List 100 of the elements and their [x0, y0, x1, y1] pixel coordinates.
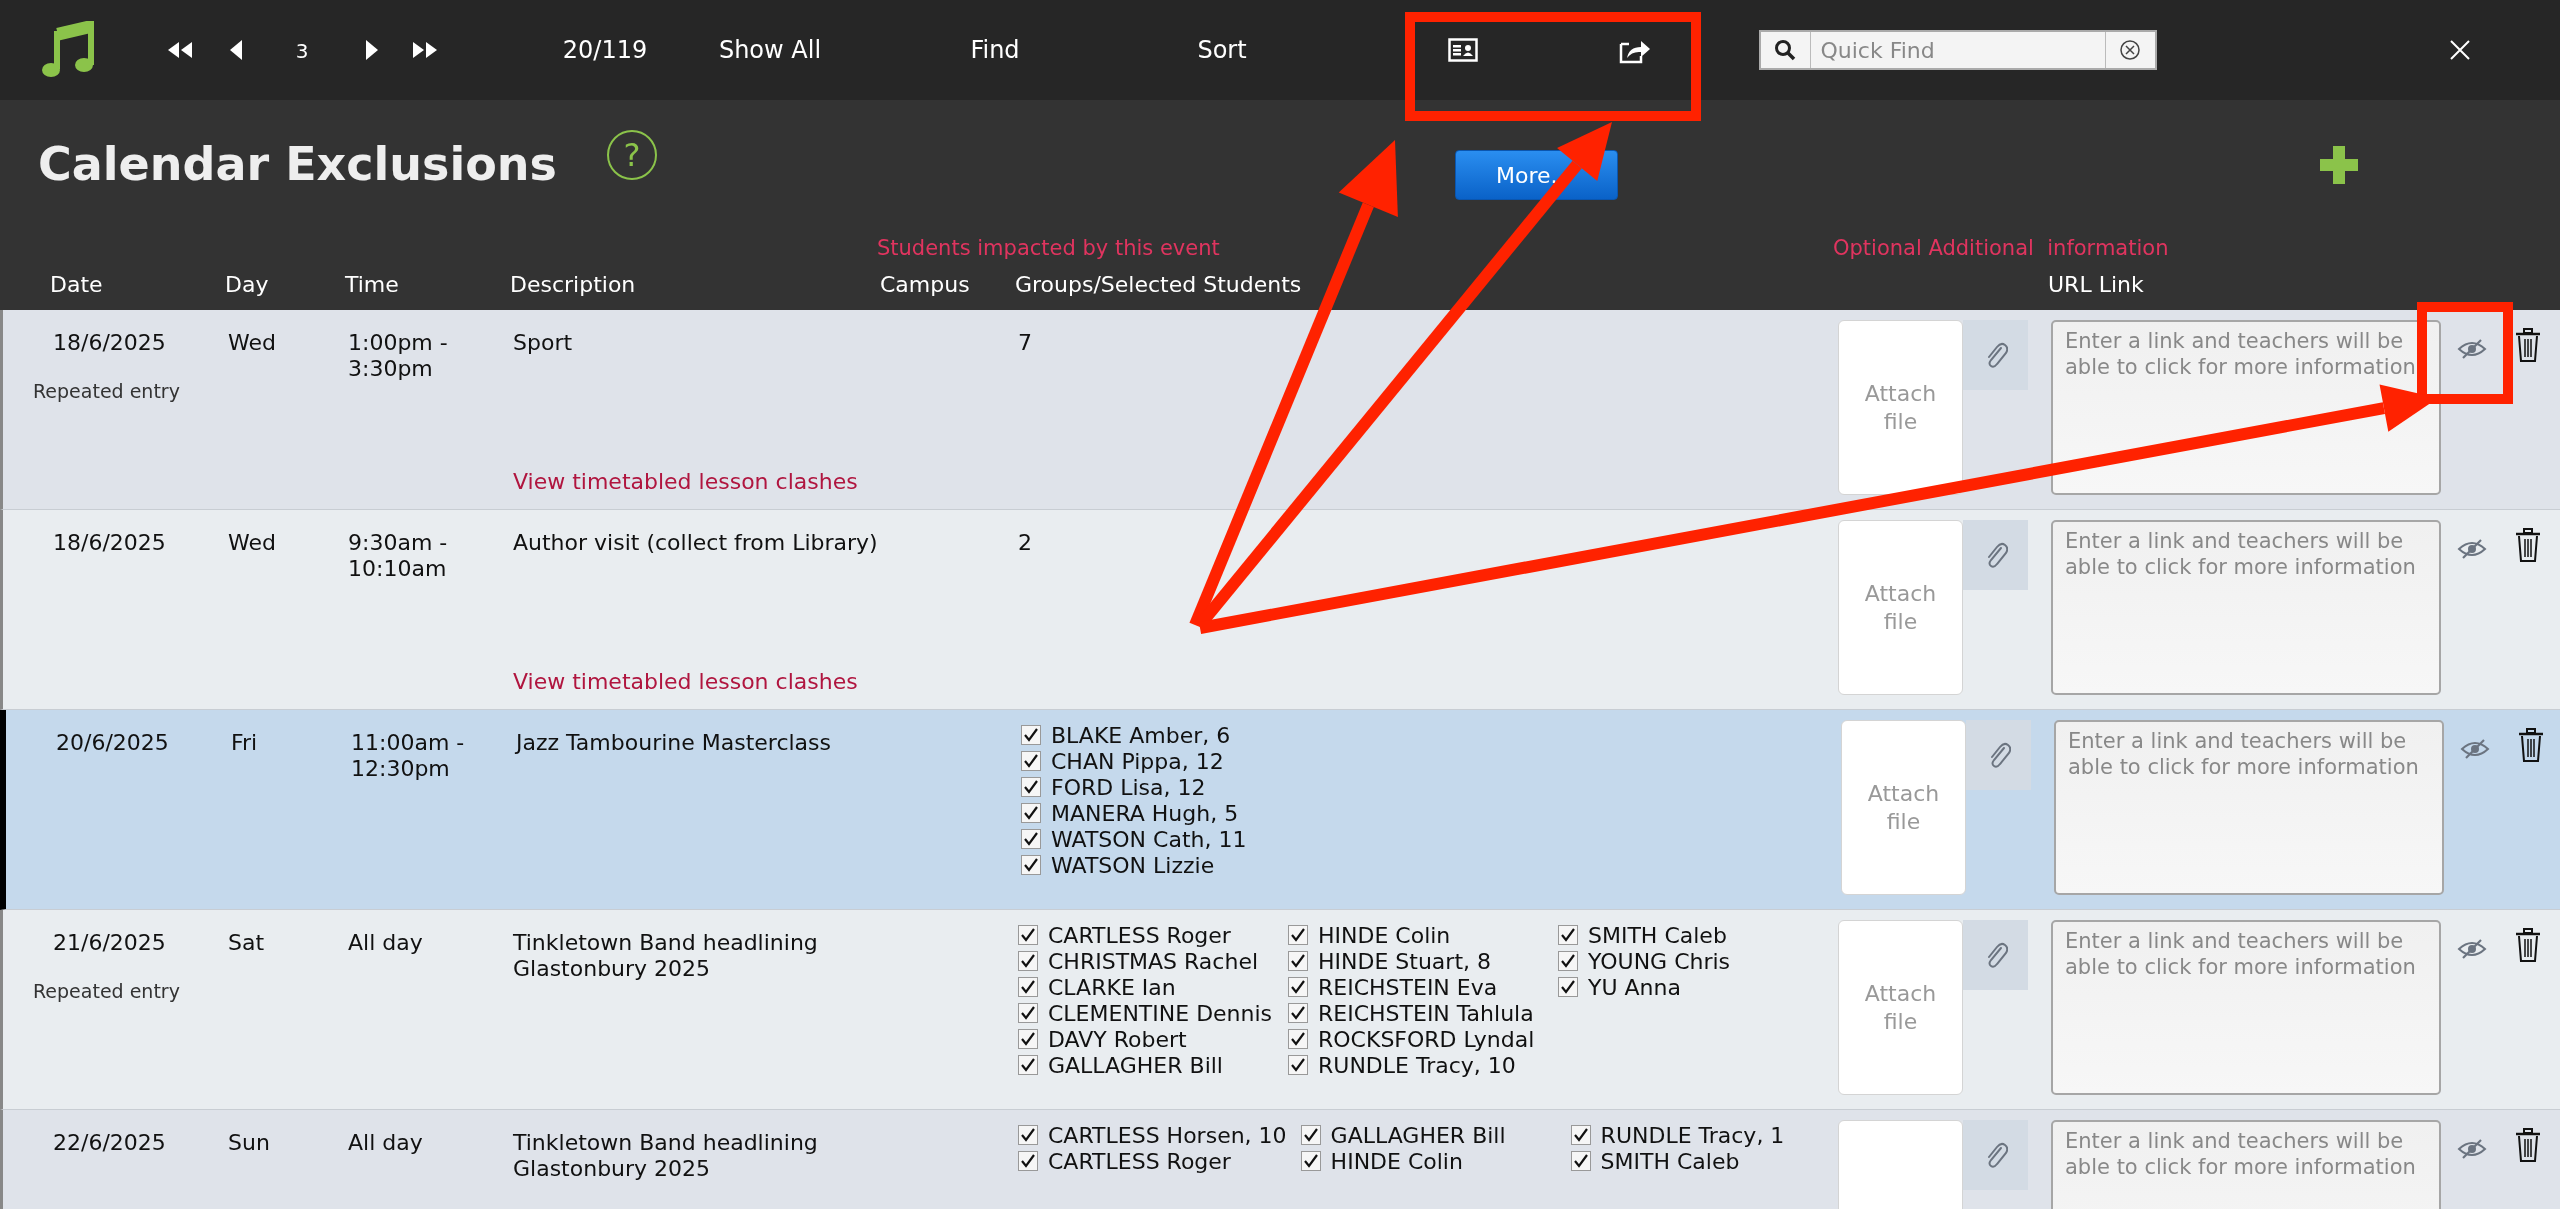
fast-forward-icon[interactable] — [412, 41, 438, 59]
event-day: Fri — [231, 730, 258, 755]
event-time: All day — [348, 930, 423, 955]
clear-icon[interactable] — [2119, 39, 2141, 61]
event-date: 20/6/2025 — [56, 730, 170, 756]
table-row[interactable] — [0, 910, 2560, 1110]
student-name: CARTLESS Roger — [1048, 921, 1231, 950]
lesson-clashes-link[interactable]: View timetabled lesson clashes — [513, 469, 883, 495]
hide-button[interactable] — [2457, 338, 2487, 360]
lesson-clashes-link[interactable]: View timetabled lesson clashes — [513, 669, 883, 695]
student-name: ROCKSFORD Lyndal — [1318, 1025, 1535, 1054]
checkbox[interactable] — [1018, 1003, 1038, 1023]
checkbox[interactable] — [1288, 1055, 1308, 1075]
event-time: 1:00pm - 3:30pm — [348, 330, 448, 381]
eye-slash-icon — [2460, 738, 2490, 760]
hide-button[interactable] — [2460, 738, 2490, 760]
hide-button[interactable] — [2457, 1138, 2487, 1160]
checkbox[interactable] — [1021, 855, 1041, 875]
paperclip-button[interactable] — [1963, 520, 2028, 590]
column-header: Time — [345, 271, 400, 299]
trash-icon — [2515, 328, 2541, 362]
delete-button[interactable] — [2515, 328, 2541, 362]
student-name: RUNDLE Tracy, 10 — [1318, 1051, 1516, 1080]
checkbox[interactable] — [1021, 751, 1041, 771]
checkbox[interactable] — [1570, 1125, 1591, 1145]
student-name: SMITH Caleb — [1588, 921, 1727, 950]
rewind-icon[interactable] — [167, 41, 193, 59]
checkbox[interactable] — [1018, 1125, 1038, 1145]
student-name: GALLAGHER Bill — [1330, 1121, 1506, 1150]
checkbox[interactable] — [1288, 951, 1308, 971]
checkbox[interactable] — [1018, 1029, 1038, 1049]
page-title: Calendar Exclusions — [38, 137, 557, 193]
checkbox[interactable] — [1021, 829, 1041, 849]
student-name: REICHSTEIN Eva — [1318, 973, 1498, 1002]
toolbar-button[interactable]: Sort — [1197, 32, 1247, 68]
student-name: CHRISTMAS Rachel — [1048, 947, 1259, 976]
add-icon[interactable] — [2320, 146, 2358, 184]
checkbox[interactable] — [1018, 1055, 1038, 1075]
url-link-field[interactable]: Enter a link and teachers will be able to click for more information — [2051, 920, 2441, 1095]
event-day: Sun — [228, 1130, 270, 1155]
column-header: Description — [510, 271, 637, 299]
delete-button[interactable] — [2518, 728, 2544, 762]
url-link-field[interactable]: Enter a link and teachers will be able to click for more information — [2054, 720, 2444, 895]
event-date: 18/6/2025 — [53, 330, 167, 356]
checkbox[interactable] — [1021, 803, 1041, 823]
checkbox[interactable] — [1021, 725, 1041, 745]
search-box[interactable]: Quick Find — [1758, 30, 2157, 70]
student-name: WATSON Lizzie — [1051, 851, 1215, 880]
paperclip-button[interactable] — [1963, 1120, 2028, 1190]
id-card-icon[interactable] — [1448, 38, 1478, 62]
checkbox[interactable] — [1021, 777, 1041, 797]
close-icon[interactable] — [2449, 39, 2471, 61]
checkbox[interactable] — [1288, 977, 1308, 997]
student-name: CHAN Pippa, 12 — [1051, 747, 1224, 776]
group-count: 2 — [1018, 530, 1032, 555]
checkbox[interactable] — [1288, 1029, 1308, 1049]
checkbox[interactable] — [1288, 925, 1308, 945]
paperclip-button[interactable] — [1963, 920, 2028, 990]
trash-icon — [2515, 1128, 2541, 1162]
checkbox[interactable] — [1018, 977, 1038, 997]
trash-icon — [2515, 528, 2541, 562]
delete-button[interactable] — [2515, 528, 2541, 562]
delete-button[interactable] — [2515, 1128, 2541, 1162]
checkbox[interactable] — [1558, 925, 1578, 945]
checkbox[interactable] — [1558, 977, 1578, 997]
previous-icon[interactable] — [229, 39, 243, 61]
delete-button[interactable] — [2515, 928, 2541, 962]
student-name: CLARKE Ian — [1048, 973, 1176, 1002]
checkbox[interactable] — [1018, 951, 1038, 971]
paperclip-button[interactable] — [1966, 720, 2031, 790]
student-name: MANERA Hugh, 5 — [1051, 799, 1239, 828]
checkbox[interactable] — [1018, 1151, 1038, 1171]
url-link-field[interactable]: Enter a link and teachers will be able to click for more information — [2051, 520, 2441, 695]
event-description: Tinkletown Band headlining Glastonbury 2025 — [513, 1130, 819, 1182]
url-link-field[interactable]: Enter a link and teachers will be able to click for more information — [2051, 320, 2441, 495]
checkbox[interactable] — [1570, 1151, 1591, 1171]
student-name: CLEMENTINE Dennis — [1048, 999, 1273, 1028]
checkbox[interactable] — [1288, 1003, 1308, 1023]
student-name: REICHSTEIN Tahlula — [1318, 999, 1534, 1028]
column-header: Date — [50, 271, 104, 299]
toolbar-button[interactable]: Show All — [718, 32, 822, 68]
next-icon[interactable] — [365, 39, 379, 61]
table-row[interactable]: 18/6/2025 Repeated entry Wed 1:00pm - 3:30pm Sport View timetabled lesson clashes 7 Attach file Enter a link and teachers will be able to click for more information — [0, 310, 2560, 510]
url-link-field[interactable]: Enter a link and teachers will be able to click for more information — [2051, 1120, 2441, 1209]
group-count: 7 — [1018, 330, 1032, 355]
student-name: HINDE Colin — [1330, 1147, 1463, 1176]
table-row[interactable]: 18/6/2025 Wed 9:30am - 10:10am Author visit (collect from Library) View timetabled lesson clashes 2 Attach file Enter a link and teachers will be able to click for more information — [0, 510, 2560, 710]
help-button[interactable]: ? — [606, 130, 657, 180]
paperclip-button[interactable] — [1963, 320, 2028, 390]
checkbox[interactable] — [1018, 925, 1038, 945]
toolbar-button[interactable]: Find — [970, 32, 1020, 68]
student-name: RUNDLE Tracy, 1 — [1600, 1121, 1785, 1150]
checkbox[interactable] — [1558, 951, 1578, 971]
checkbox[interactable] — [1300, 1125, 1321, 1145]
checkbox[interactable] — [1300, 1151, 1321, 1171]
section-label: Optional Additional information — [1833, 235, 2170, 263]
hide-button[interactable] — [2457, 538, 2487, 560]
event-day: Sat — [228, 930, 265, 955]
record-number: 3 — [295, 38, 309, 65]
hide-button[interactable] — [2457, 938, 2487, 960]
